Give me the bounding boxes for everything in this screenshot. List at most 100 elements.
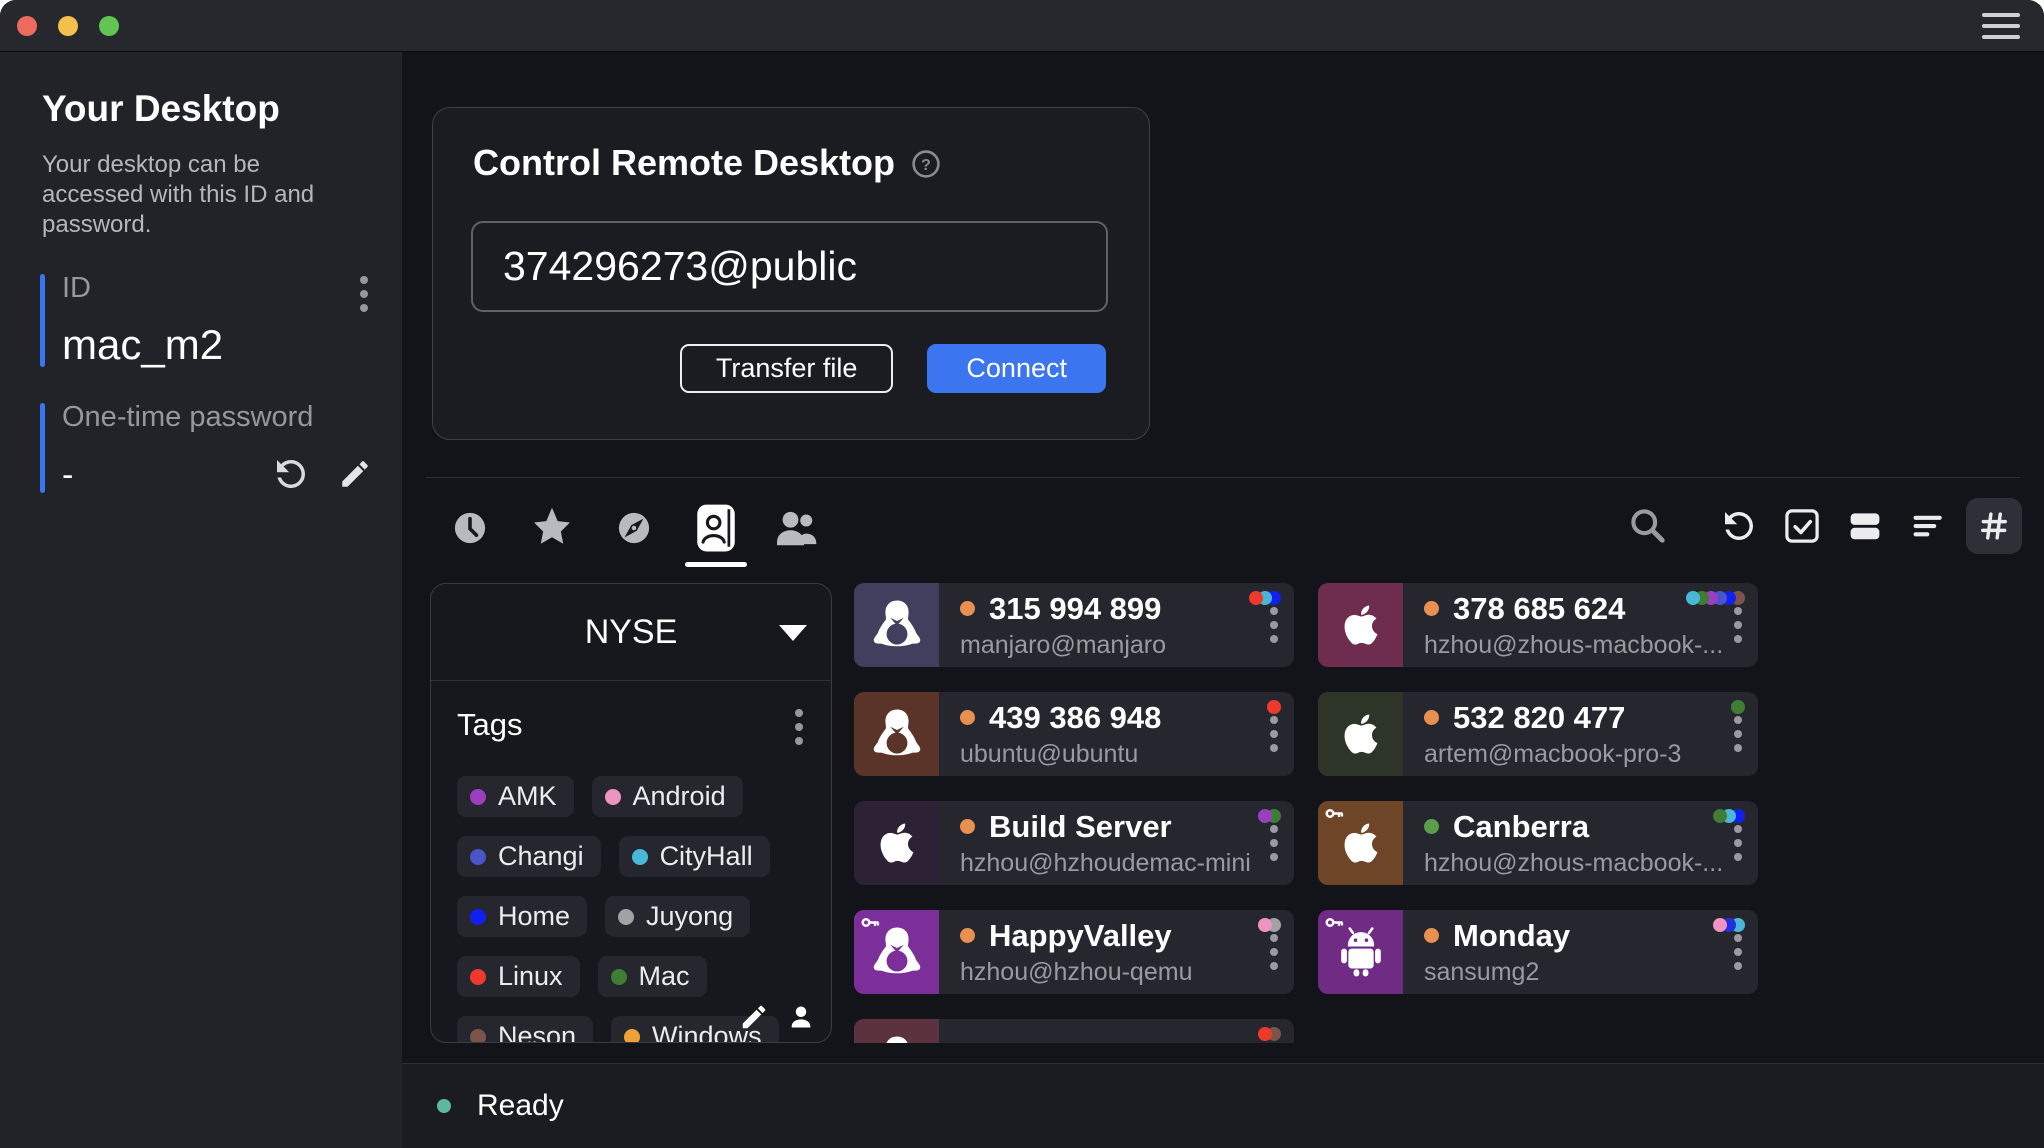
device-tag-dots bbox=[1718, 918, 1745, 932]
tabs-divider bbox=[426, 477, 2020, 478]
device-name: 378 685 624 bbox=[1453, 591, 1625, 627]
device-card[interactable]: 315 994 899manjaro@manjaro bbox=[854, 583, 1294, 667]
remote-id-input[interactable] bbox=[471, 221, 1108, 312]
device-more-menu-icon[interactable] bbox=[1268, 1041, 1280, 1043]
traffic-lights bbox=[17, 16, 119, 36]
device-more-menu-icon[interactable] bbox=[1268, 823, 1280, 863]
refresh-button[interactable] bbox=[1714, 498, 1764, 554]
select-all-button[interactable] bbox=[1777, 498, 1827, 554]
device-tag-dot bbox=[1267, 700, 1281, 714]
device-status-dot bbox=[960, 601, 975, 616]
device-id-value[interactable]: mac_m2 bbox=[62, 321, 376, 369]
svg-text:?: ? bbox=[921, 157, 931, 174]
regenerate-password-icon[interactable] bbox=[270, 453, 312, 495]
tab-discovered[interactable] bbox=[608, 502, 660, 567]
device-more-menu-icon[interactable] bbox=[1268, 714, 1280, 754]
grid-view-icon bbox=[1974, 506, 2014, 546]
minimize-button[interactable] bbox=[58, 16, 78, 36]
device-username: sansumg2 bbox=[1424, 958, 1758, 987]
close-button[interactable] bbox=[17, 16, 37, 36]
tag-chip-juyong[interactable]: Juyong bbox=[605, 896, 750, 937]
device-more-menu-icon[interactable] bbox=[1732, 605, 1744, 645]
tag-chip-mac[interactable]: Mac bbox=[598, 956, 707, 997]
edit-tags-icon[interactable] bbox=[739, 1002, 769, 1032]
tag-color-dot bbox=[611, 969, 627, 985]
address-book-selector[interactable]: NYSE bbox=[431, 584, 831, 681]
grid-view-button[interactable] bbox=[1966, 498, 2022, 554]
sort-button[interactable] bbox=[1903, 498, 1953, 554]
device-more-menu-icon[interactable] bbox=[1732, 932, 1744, 972]
tag-chip-android[interactable]: Android bbox=[592, 776, 743, 817]
device-more-menu-icon[interactable] bbox=[1268, 932, 1280, 972]
tag-chip-cityhall[interactable]: CityHall bbox=[619, 836, 770, 877]
tab-address-book[interactable] bbox=[690, 502, 742, 567]
device-card[interactable]: HappyValleyhzhou@hzhou-qemu bbox=[854, 910, 1294, 994]
my-address-book-icon[interactable] bbox=[787, 1003, 815, 1031]
sidebar-description: Your desktop can be accessed with this I… bbox=[42, 150, 342, 240]
tag-label: Home bbox=[498, 901, 570, 932]
id-accent-bar bbox=[40, 274, 45, 367]
tag-label: Mac bbox=[639, 961, 690, 992]
tab-favorites[interactable] bbox=[526, 502, 578, 567]
card-view-button[interactable] bbox=[1840, 498, 1890, 554]
connect-button[interactable]: Connect bbox=[927, 344, 1106, 393]
tag-chip-home[interactable]: Home bbox=[457, 896, 587, 937]
device-card[interactable]: Pol bbox=[854, 1019, 1294, 1043]
hamburger-menu-icon[interactable] bbox=[1982, 13, 2020, 45]
device-os-icon bbox=[1318, 583, 1403, 667]
device-more-menu-icon[interactable] bbox=[1732, 823, 1744, 863]
zoom-button[interactable] bbox=[99, 16, 119, 36]
tags-title: Tags bbox=[457, 707, 522, 743]
device-status-dot bbox=[1424, 819, 1439, 834]
connect-card-title: Control Remote Desktop ? bbox=[473, 142, 941, 184]
tag-chip-neson[interactable]: Neson bbox=[457, 1016, 593, 1043]
device-name: 315 994 899 bbox=[989, 591, 1161, 627]
refresh-icon bbox=[1718, 505, 1760, 547]
tag-color-dot bbox=[470, 849, 486, 865]
device-username: ubuntu@ubuntu bbox=[960, 740, 1294, 769]
device-more-menu-icon[interactable] bbox=[1732, 714, 1744, 754]
device-tag-dot bbox=[1713, 809, 1727, 823]
device-grid: 315 994 899manjaro@manjaro378 685 624hzh… bbox=[854, 583, 1760, 1043]
edit-password-icon[interactable] bbox=[338, 457, 372, 491]
connection-status-dot bbox=[437, 1099, 451, 1113]
help-icon[interactable]: ? bbox=[911, 149, 941, 179]
tab-recent-sessions[interactable] bbox=[444, 502, 496, 567]
tags-section: Tags AMK Android Changi CityHall Home Juyong L… bbox=[431, 681, 831, 1043]
device-card[interactable]: Build Serverhzhou@hzhoudemac-mini bbox=[854, 801, 1294, 885]
device-status-dot bbox=[1424, 928, 1439, 943]
device-card[interactable]: 439 386 948ubuntu@ubuntu bbox=[854, 692, 1294, 776]
device-tag-dot bbox=[1258, 1027, 1272, 1041]
device-more-menu-icon[interactable] bbox=[1268, 605, 1280, 645]
search-button[interactable] bbox=[1623, 498, 1673, 554]
star-icon bbox=[527, 502, 577, 554]
tag-color-dot bbox=[618, 909, 634, 925]
group-icon bbox=[772, 502, 824, 554]
device-tag-dot bbox=[1731, 700, 1745, 714]
device-os-icon bbox=[854, 910, 939, 994]
tag-chip-linux[interactable]: Linux bbox=[457, 956, 580, 997]
id-more-menu-icon[interactable] bbox=[358, 274, 370, 319]
control-remote-desktop-card: Control Remote Desktop ? Transfer file C… bbox=[432, 107, 1150, 440]
main-area: Control Remote Desktop ? Transfer file C… bbox=[402, 52, 2044, 1148]
device-card[interactable]: 378 685 624hzhou@zhous-macbook-... bbox=[1318, 583, 1758, 667]
key-icon bbox=[1325, 916, 1344, 929]
key-icon bbox=[861, 916, 880, 929]
device-os-icon bbox=[854, 1019, 939, 1043]
active-tab-underline bbox=[685, 562, 747, 567]
password-accent-bar bbox=[40, 403, 45, 493]
transfer-file-button[interactable]: Transfer file bbox=[680, 344, 894, 393]
key-icon bbox=[1325, 807, 1344, 820]
device-tag-dots bbox=[1272, 700, 1281, 714]
device-tag-dots bbox=[1263, 809, 1281, 823]
device-card[interactable]: 532 820 477artem@macbook-pro-3 bbox=[1318, 692, 1758, 776]
tags-more-menu-icon[interactable] bbox=[793, 707, 805, 752]
device-card[interactable]: Mondaysansumg2 bbox=[1318, 910, 1758, 994]
tag-chip-amk[interactable]: AMK bbox=[457, 776, 574, 817]
device-card[interactable]: Canberrahzhou@zhous-macbook-... bbox=[1318, 801, 1758, 885]
device-username: hzhou@zhous-macbook-... bbox=[1424, 849, 1758, 878]
tab-group[interactable] bbox=[772, 502, 824, 567]
device-name: HappyValley bbox=[989, 918, 1172, 954]
device-tag-dots bbox=[1718, 809, 1745, 823]
tag-chip-changi[interactable]: Changi bbox=[457, 836, 601, 877]
